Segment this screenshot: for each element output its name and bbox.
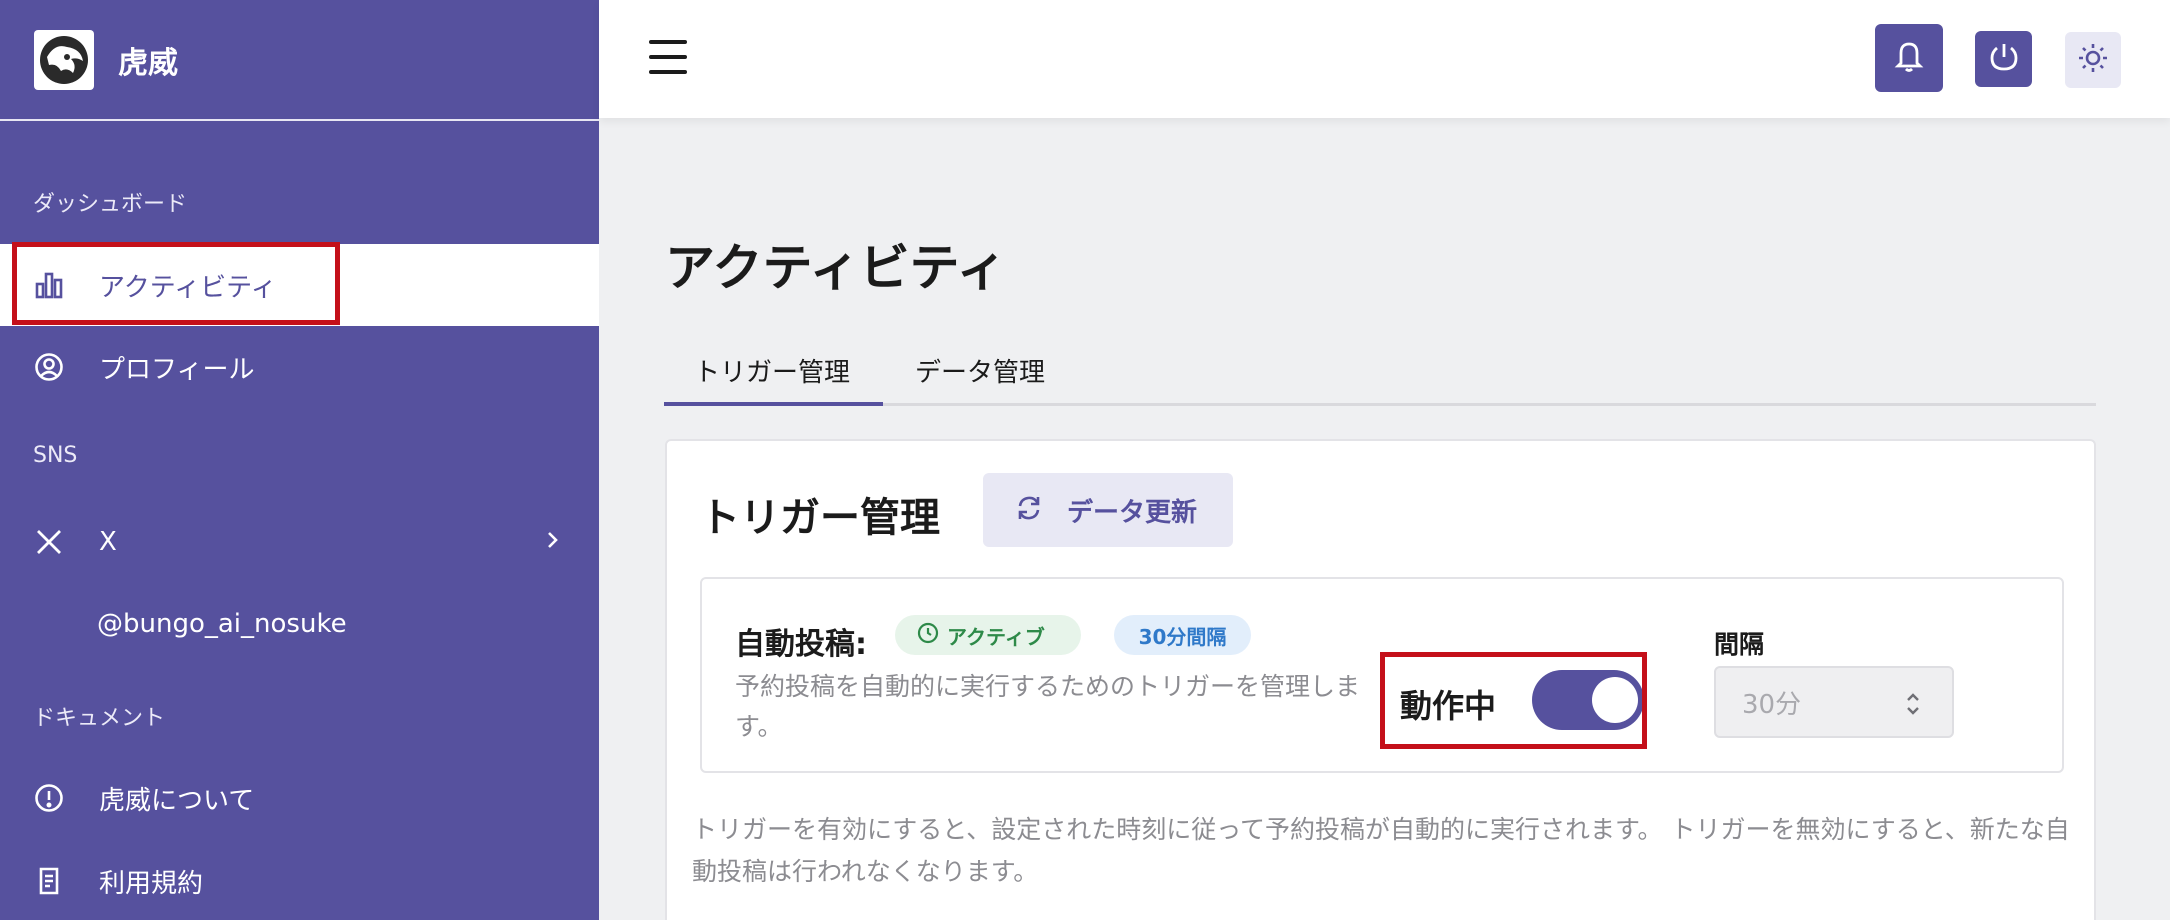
sidebar-item-label: 虎威について — [99, 785, 255, 816]
interval-label: 間隔 — [1714, 630, 1765, 659]
sidebar-item-about[interactable]: 虎威について — [0, 757, 599, 839]
interval-select-value: 30分 — [1742, 689, 1802, 720]
document-icon — [33, 865, 65, 897]
sidebar: 虎威 ダッシュボード アクティビティ プロフィール SNS X @bungo_a… — [0, 0, 599, 920]
trigger-card: トリガー管理 データ更新 自動投稿: アクティブ 30分間隔 予約投稿を自動的に… — [665, 439, 2096, 920]
logout-button[interactable] — [1975, 31, 2032, 87]
tab-data-management[interactable]: データ管理 — [915, 352, 1045, 389]
toggle-knob — [1592, 677, 1638, 723]
section-label-documents: ドキュメント — [33, 706, 166, 731]
x-logo-icon — [33, 526, 65, 558]
refresh-button-label: データ更新 — [1067, 497, 1198, 528]
tab-trigger-management[interactable]: トリガー管理 — [694, 352, 850, 389]
card-title: トリガー管理 — [700, 495, 940, 541]
menu-icon[interactable] — [649, 40, 687, 74]
sidebar-item-terms[interactable]: 利用規約 — [0, 840, 599, 920]
clock-icon — [917, 622, 939, 649]
bell-icon — [1892, 38, 1926, 78]
section-label-sns: SNS — [33, 443, 78, 468]
info-circle-icon — [33, 782, 65, 814]
page-title: アクティビティ — [665, 239, 1007, 297]
tiger-logo-icon[interactable] — [34, 29, 94, 90]
sidebar-item-label: 利用規約 — [99, 868, 204, 899]
interval-badge: 30分間隔 — [1114, 615, 1251, 655]
bar-chart-icon — [33, 269, 65, 301]
status-badge-label: アクティブ — [947, 624, 1045, 649]
sidebar-subitem-x-account[interactable]: @bungo_ai_nosuke — [97, 609, 347, 639]
theme-toggle-button[interactable] — [2065, 32, 2121, 88]
refresh-icon — [1013, 492, 1045, 528]
section-label-dashboard: ダッシュボード — [33, 192, 188, 217]
active-tab-indicator — [664, 402, 883, 406]
chevron-up-down-icon — [1904, 690, 1922, 725]
topbar — [599, 0, 2170, 118]
user-circle-icon — [33, 351, 65, 383]
brand-name: 虎威 — [118, 45, 178, 81]
sidebar-item-activity[interactable]: アクティビティ — [0, 244, 599, 326]
trigger-help-text: トリガーを有効にすると、設定された時刻に従って予約投稿が自動的に実行されます。 … — [692, 815, 2070, 886]
sidebar-item-x[interactable]: X — [0, 501, 599, 583]
trigger-toggle[interactable] — [1532, 670, 1644, 730]
sidebar-item-label: プロフィール — [99, 354, 255, 385]
power-icon — [1987, 40, 2021, 78]
sun-icon — [2076, 41, 2110, 79]
status-badge-active: アクティブ — [895, 615, 1081, 655]
running-status-label: 動作中 — [1400, 687, 1497, 725]
auto-post-panel: 自動投稿: アクティブ 30分間隔 予約投稿を自動的に実行するためのトリガーを管… — [700, 577, 2064, 773]
chevron-right-icon — [543, 525, 563, 562]
interval-select[interactable]: 30分 — [1714, 666, 1954, 738]
sidebar-item-profile[interactable]: プロフィール — [0, 326, 599, 408]
sidebar-item-label: アクティビティ — [99, 272, 277, 303]
sidebar-item-label: X — [99, 527, 117, 557]
tab-bar: トリガー管理 データ管理 — [664, 338, 2096, 406]
refresh-data-button[interactable]: データ更新 — [983, 473, 1233, 547]
notifications-button[interactable] — [1875, 24, 1943, 92]
auto-post-label: 自動投稿: — [735, 627, 867, 662]
auto-post-description: 予約投稿を自動的に実行するためのトリガーを管理します。 — [735, 672, 1361, 741]
sidebar-header: 虎威 — [0, 0, 599, 121]
